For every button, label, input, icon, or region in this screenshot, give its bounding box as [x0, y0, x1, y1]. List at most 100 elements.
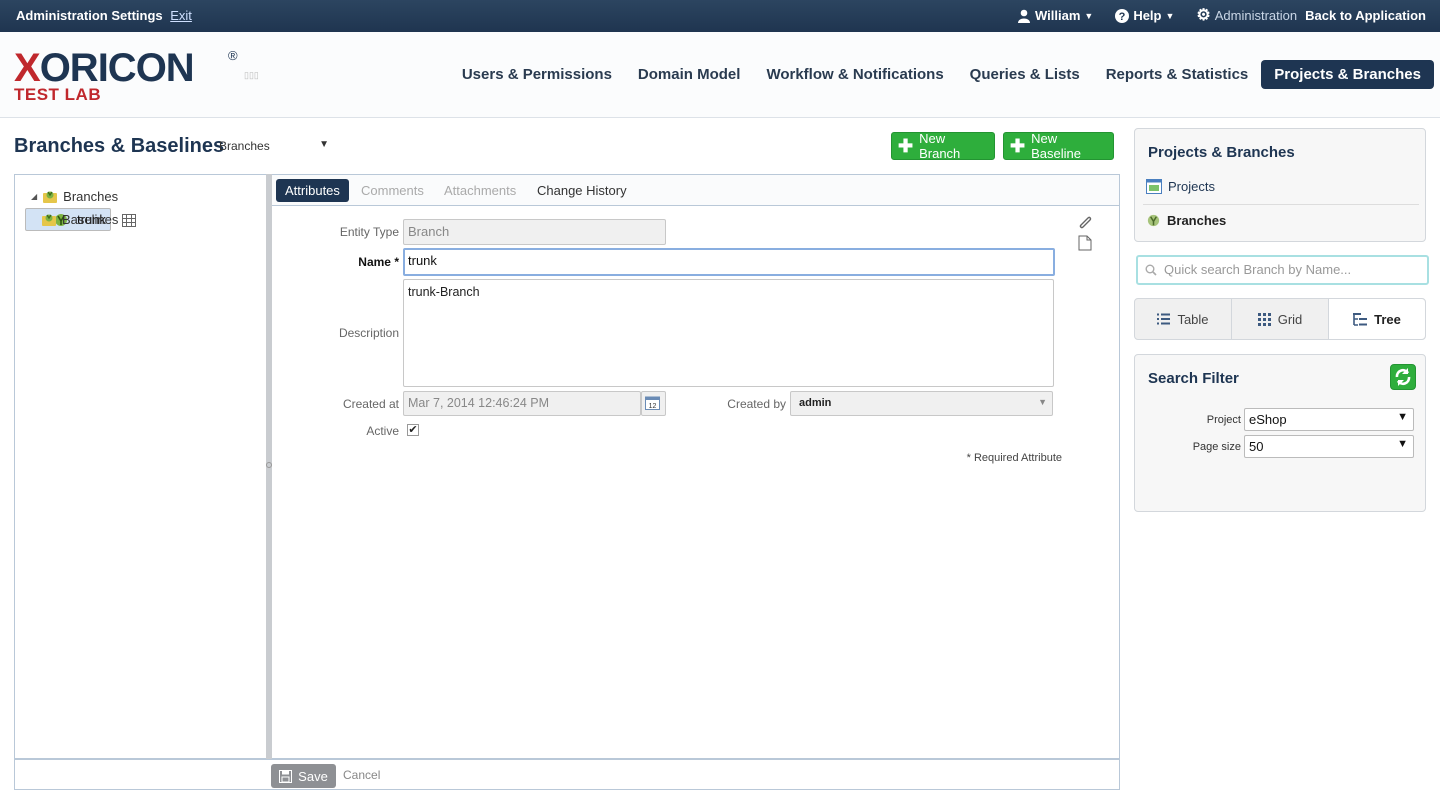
nav-queries-lists[interactable]: Queries & Lists	[957, 60, 1093, 89]
calendar-button[interactable]: 12	[641, 391, 666, 416]
entity-type-label: Entity Type	[339, 225, 399, 239]
new-baseline-label: New Baseline	[1031, 131, 1081, 161]
help-icon: ?	[1115, 8, 1130, 23]
required-attribute-note: * Required Attribute	[966, 452, 1062, 464]
view-table-label: Table	[1177, 311, 1209, 327]
chevron-down-icon: ▼	[1397, 411, 1408, 423]
top-bar-left: Administration Settings Exit	[16, 8, 192, 23]
view-tree-label: Tree	[1374, 311, 1401, 327]
detail-panel: Attributes Comments Attachments Change H…	[272, 174, 1120, 759]
branches-label: Branches	[1167, 213, 1227, 228]
project-filter-select[interactable]: eShop ▼	[1244, 408, 1414, 431]
projects-icon	[1146, 179, 1162, 194]
name-label: Name *	[358, 255, 399, 269]
gear-icon: ⚙	[1196, 7, 1211, 24]
cancel-link[interactable]: Cancel	[343, 768, 380, 782]
baseline-folder-icon	[42, 214, 56, 226]
search-filter-box: Search Filter Project eShop ▼ Page size …	[1134, 354, 1426, 512]
tab-attachments[interactable]: Attachments	[435, 179, 525, 202]
user-menu[interactable]: William ▼	[1017, 8, 1093, 23]
tree-label-baselines: Baselines	[62, 212, 119, 227]
save-label: Save	[298, 768, 328, 784]
nav-workflow-notifications[interactable]: Workflow & Notifications	[753, 60, 956, 89]
tree-node-branches[interactable]: ◢ Branches	[25, 185, 257, 208]
tab-change-history[interactable]: Change History	[528, 179, 636, 202]
project-filter-value: eShop	[1249, 412, 1287, 427]
exit-link[interactable]: Exit	[170, 8, 192, 23]
active-checkbox[interactable]: ✔	[407, 424, 419, 436]
page-size-value: 50	[1249, 439, 1264, 454]
nav-domain-model[interactable]: Domain Model	[625, 60, 754, 89]
new-branch-button[interactable]: ✚ New Branch	[891, 131, 995, 161]
new-baseline-button[interactable]: ✚ New Baseline	[1003, 131, 1114, 161]
refresh-filter-button[interactable]	[1390, 364, 1416, 390]
top-bar: Administration Settings Exit William ▼ ?…	[0, 0, 1440, 32]
back-to-application-link[interactable]: Back to Application	[1305, 8, 1426, 23]
help-menu[interactable]: ? Help ▼	[1115, 8, 1174, 23]
nav-projects-branches[interactable]: Projects & Branches	[1261, 60, 1434, 89]
user-name: William	[1034, 8, 1081, 23]
svg-text:12: 12	[649, 403, 657, 410]
search-filter-title: Search Filter	[1148, 370, 1239, 387]
logo-wordmark: XORICON	[14, 46, 195, 90]
branch-folder-icon	[43, 191, 58, 203]
tab-attributes[interactable]: Attributes	[276, 179, 349, 202]
collapse-triangle-icon[interactable]: ◢	[31, 192, 37, 201]
logo-registered-mark: ®	[228, 48, 238, 63]
nav-reports-statistics[interactable]: Reports & Statistics	[1093, 60, 1262, 89]
projects-branches-title: Projects & Branches	[1148, 144, 1295, 161]
quick-search-placeholder: Quick search Branch by Name...	[1164, 262, 1352, 277]
chevron-down-icon: ▼	[1397, 438, 1408, 450]
tree-panel: ◢ Branches trunk Baselines	[14, 174, 266, 759]
branch-tree: ◢ Branches trunk Baselines	[25, 185, 257, 231]
save-icon	[279, 769, 293, 783]
grid-icon	[1257, 312, 1271, 326]
description-textarea[interactable]: trunk-Branch	[403, 279, 1054, 387]
new-branch-label: New Branch	[919, 131, 961, 161]
projects-label: Projects	[1168, 179, 1215, 194]
header: XORICON ® TEST LAB ▯▯▯ Users & Permissio…	[0, 32, 1440, 118]
user-icon	[1017, 9, 1030, 23]
created-by-label: Created by	[727, 397, 786, 411]
projects-link[interactable]: Projects	[1146, 179, 1215, 194]
page-size-select[interactable]: 50 ▼	[1244, 435, 1414, 458]
entity-selector[interactable]: Branches ▼	[219, 139, 331, 153]
administration-label: Administration	[1214, 8, 1298, 23]
chevron-down-icon: ▼	[319, 139, 329, 150]
administration-link[interactable]: ⚙ Administration Back to Application	[1196, 7, 1426, 24]
detail-tabs: Attributes Comments Attachments Change H…	[272, 175, 1119, 206]
paperclip-icon[interactable]	[1076, 214, 1094, 232]
logo-subtitle: TEST LAB	[14, 85, 102, 104]
nav-users-permissions[interactable]: Users & Permissions	[449, 60, 625, 89]
xoricon-logo[interactable]: XORICON ® TEST LAB ▯▯▯	[14, 46, 259, 104]
page-title: Branches & Baselines	[14, 135, 225, 157]
admin-settings-title: Administration Settings	[16, 8, 163, 23]
created-at-field: Mar 7, 2014 12:46:24 PM	[403, 391, 641, 416]
refresh-icon	[1395, 368, 1411, 386]
view-grid-button[interactable]: Grid	[1232, 299, 1329, 339]
view-grid-label: Grid	[1277, 311, 1303, 327]
document-icon[interactable]	[1078, 235, 1092, 251]
description-label: Description	[338, 326, 399, 340]
created-by-select: admin ▼	[790, 391, 1053, 416]
chevron-down-icon: ▼	[1165, 10, 1175, 21]
entity-selector-value: Branches	[219, 139, 270, 153]
tree-label-branches: Branches	[63, 189, 119, 204]
plus-icon: ✚	[898, 136, 914, 156]
name-input[interactable]: trunk	[403, 248, 1055, 276]
tab-comments[interactable]: Comments	[352, 179, 433, 202]
branch-icon	[1147, 214, 1160, 227]
svg-text:?: ?	[1119, 11, 1126, 23]
main-nav: Users & Permissions Domain Model Workflo…	[449, 60, 1434, 89]
save-button[interactable]: Save	[271, 764, 336, 788]
divider	[1143, 204, 1419, 205]
branches-link[interactable]: Branches	[1146, 213, 1226, 228]
tree-node-baselines[interactable]: Baselines	[25, 208, 257, 231]
top-bar-right: William ▼ ? Help ▼ ⚙ Administration Back…	[1017, 7, 1426, 24]
quick-search-input[interactable]: Quick search Branch by Name...	[1136, 255, 1429, 285]
project-filter-label: Project	[1206, 414, 1241, 426]
view-tree-button[interactable]: Tree	[1329, 299, 1425, 339]
created-by-value: admin	[799, 397, 832, 409]
search-icon	[1145, 264, 1157, 276]
view-table-button[interactable]: Table	[1135, 299, 1232, 339]
